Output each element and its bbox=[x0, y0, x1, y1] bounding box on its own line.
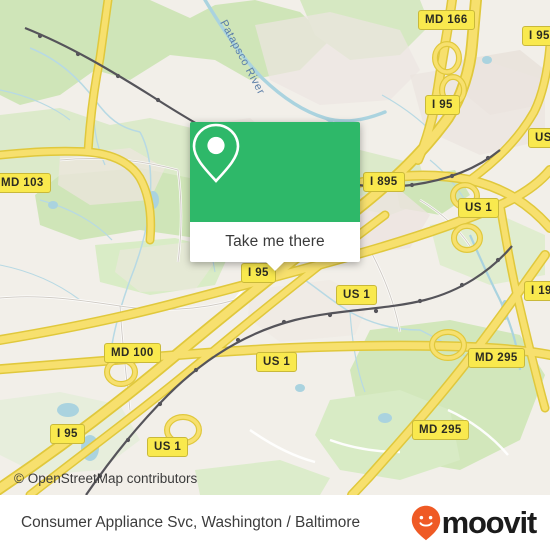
road-shield: MD 295 bbox=[468, 348, 525, 368]
map-pin-icon bbox=[192, 123, 240, 183]
moovit-logo[interactable]: moovit bbox=[411, 505, 538, 541]
moovit-smiley-pin-icon bbox=[411, 505, 440, 540]
road-shield: MD 166 bbox=[418, 10, 475, 30]
road-shield: US 1 bbox=[336, 285, 378, 305]
map-canvas[interactable]: Patapsco River MD 166 I 95 I 95 US MD 103 I 8… bbox=[0, 0, 550, 495]
road-shield: MD 100 bbox=[104, 343, 161, 363]
popup-place-image bbox=[190, 122, 360, 222]
road-shield: I 895 bbox=[363, 172, 405, 192]
footer-bar: Consumer Appliance Svc, Washington / Bal… bbox=[0, 495, 550, 550]
moovit-wordmark: moovit bbox=[441, 505, 538, 540]
road-shield: MD 103 bbox=[0, 173, 51, 193]
road-shield: US 1 bbox=[256, 352, 298, 372]
road-shield: I 95 bbox=[50, 424, 85, 444]
map-screenshot: Patapsco River MD 166 I 95 I 95 US MD 103 I 8… bbox=[0, 0, 550, 550]
road-shield: MD 295 bbox=[412, 420, 469, 440]
road-shield: I 95 bbox=[522, 26, 550, 46]
popup-action-bar[interactable]: Take me there bbox=[190, 222, 360, 271]
osm-attribution[interactable]: © OpenStreetMap contributors bbox=[14, 471, 197, 486]
road-shield: US 1 bbox=[458, 198, 500, 218]
road-shield: US 1 bbox=[147, 437, 189, 457]
place-popup-card[interactable]: Take me there bbox=[190, 122, 360, 271]
popup-pointer bbox=[265, 261, 285, 271]
road-shield: I 19 bbox=[524, 281, 550, 301]
road-shield: US bbox=[528, 128, 550, 148]
take-me-there-label: Take me there bbox=[225, 233, 325, 250]
place-title: Consumer Appliance Svc, Washington / Bal… bbox=[21, 513, 361, 531]
road-shield: I 95 bbox=[425, 95, 460, 115]
